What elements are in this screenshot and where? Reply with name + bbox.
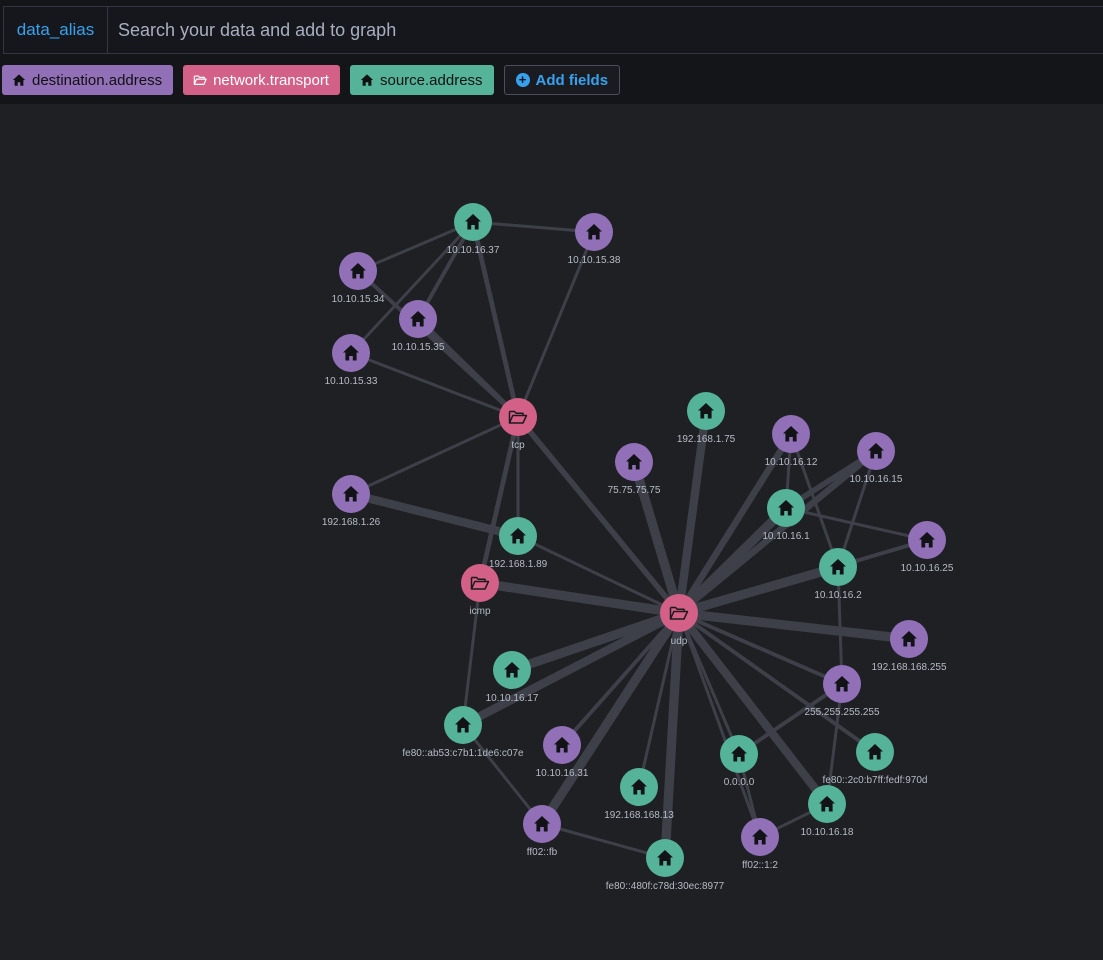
search-input[interactable] <box>108 7 1103 53</box>
graph-edge <box>515 414 682 616</box>
home-icon <box>12 74 26 86</box>
graph-node-192-168-168-255[interactable]: 192.168.168.255 <box>871 620 947 673</box>
graph-canvas[interactable]: 10.10.16.37 10.10.15.38 10.10.15.34 10.10.1… <box>0 104 1103 960</box>
node-label: 10.10.16.18 <box>801 827 854 838</box>
graph-node-10-10-15-34[interactable]: 10.10.15.34 <box>332 252 385 305</box>
graph-edges <box>346 219 929 863</box>
node-label: 10.10.16.1 <box>762 531 810 542</box>
node-label: 192.168.1.26 <box>322 517 381 528</box>
node-label: fe80::2c0:b7ff:fedf:970d <box>823 775 928 786</box>
graph-edge <box>677 611 762 839</box>
workspace-header: data_alias destination.address network.t… <box>0 0 1103 104</box>
field-list: destination.address network.transport so… <box>2 65 621 95</box>
graph-edge <box>461 581 482 727</box>
graph-node-10-10-16-25[interactable]: 10.10.16.25 <box>901 521 954 574</box>
node-label: tcp <box>511 440 525 451</box>
field-pill-destination-address[interactable]: destination.address <box>2 65 174 95</box>
node-label: 192.168.168.255 <box>871 662 947 673</box>
search-bar: data_alias <box>3 6 1103 54</box>
graph-node-75-75-75-75[interactable]: 75.75.75.75 <box>608 443 661 496</box>
node-label: 10.10.15.38 <box>568 255 621 266</box>
node-label: 192.168.1.75 <box>677 434 736 445</box>
node-label: 192.168.168.13 <box>604 810 674 821</box>
node-label: fe80::ab53:c7b1:1de6:c07e <box>402 748 524 759</box>
graph-node-10-10-16-12[interactable]: 10.10.16.12 <box>765 415 818 468</box>
node-label: 10.10.16.31 <box>536 768 589 779</box>
field-pill-network-transport[interactable]: network.transport <box>183 65 340 95</box>
graph-node-10-10-15-38[interactable]: 10.10.15.38 <box>568 213 621 266</box>
field-label: network.transport <box>213 71 329 89</box>
node-label: fe80::480f:c78d:30ec:8977 <box>606 881 725 892</box>
home-icon <box>360 74 374 86</box>
graph-node-tcp[interactable]: tcp <box>499 398 537 451</box>
graph-node-10-10-16-31[interactable]: 10.10.16.31 <box>536 726 589 779</box>
node-label: icmp <box>469 606 491 617</box>
folder-open-icon <box>193 75 207 85</box>
node-label: 255.255.255.255 <box>804 707 880 718</box>
graph-node-192-168-1-89[interactable]: 192.168.1.89 <box>489 517 548 570</box>
add-fields-label: Add fields <box>535 71 609 89</box>
node-label: ff02::fb <box>527 847 558 858</box>
node-label: 192.168.1.89 <box>489 559 548 570</box>
node-label: 10.10.15.33 <box>325 376 378 387</box>
add-fields-button[interactable]: + Add fields <box>503 65 621 95</box>
graph-nodes: 10.10.16.37 10.10.15.38 10.10.15.34 10.10.1… <box>322 203 954 892</box>
node-label: 0.0.0.0 <box>724 777 755 788</box>
index-pattern-label: data_alias <box>16 20 95 39</box>
node-circle <box>660 594 698 632</box>
node-label: 10.10.16.15 <box>850 474 903 485</box>
node-circle <box>461 564 499 602</box>
graph-node-0-0-0-0[interactable]: 0.0.0.0 <box>720 735 758 788</box>
field-label: source.address <box>379 71 483 89</box>
node-label: 10.10.16.25 <box>901 563 954 574</box>
graph-edge <box>540 822 667 860</box>
graph-edge <box>415 316 521 420</box>
node-circle <box>499 398 537 436</box>
graph-edge <box>346 489 523 541</box>
graph-node-ff02-1-2[interactable]: ff02::1:2 <box>741 818 779 871</box>
plus-circle-icon: + <box>515 73 530 87</box>
graph-node-ff02-fb[interactable]: ff02::fb <box>523 805 561 858</box>
node-label: 10.10.16.12 <box>765 457 818 468</box>
node-label: 75.75.75.75 <box>608 485 661 496</box>
graph-node-10-10-16-2[interactable]: 10.10.16.2 <box>814 548 862 601</box>
graph-edge <box>349 415 520 496</box>
node-label: 10.10.16.2 <box>814 590 862 601</box>
node-label: 10.10.15.34 <box>332 294 385 305</box>
graph-node-icmp[interactable]: icmp <box>461 564 499 617</box>
graph-node-fe80-2c0-b7ff-fedf-970d[interactable]: fe80::2c0:b7ff:fedf:970d <box>823 733 928 786</box>
graph-node-10-10-16-15[interactable]: 10.10.16.15 <box>850 432 903 485</box>
field-pill-source-address[interactable]: source.address <box>349 65 494 95</box>
node-label: udp <box>671 636 688 647</box>
node-label: 10.10.15.35 <box>392 342 445 353</box>
node-label: 10.10.16.37 <box>447 245 500 256</box>
graph-node-fe80-ab53-c7b1-1de6-c07e[interactable]: fe80::ab53:c7b1:1de6:c07e <box>402 706 524 759</box>
index-pattern-selector[interactable]: data_alias <box>4 7 108 53</box>
field-label: destination.address <box>32 71 163 89</box>
node-label: ff02::1:2 <box>742 860 778 871</box>
graph-node-192-168-1-75[interactable]: 192.168.1.75 <box>677 392 736 445</box>
graph-node-192-168-168-13[interactable]: 192.168.168.13 <box>604 768 674 821</box>
network-graph[interactable]: 10.10.16.37 10.10.15.38 10.10.15.34 10.10.1… <box>0 104 1103 960</box>
node-label: 10.10.16.17 <box>486 693 539 704</box>
